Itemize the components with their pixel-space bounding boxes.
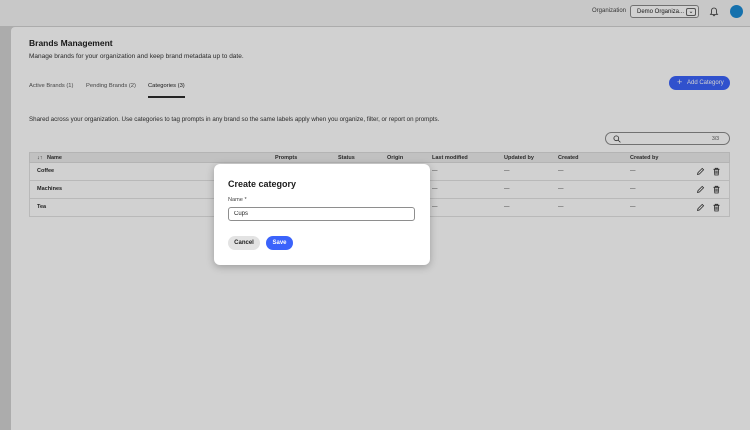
name-field-label: Name * — [228, 197, 247, 203]
cancel-button[interactable]: Cancel — [228, 236, 260, 250]
name-label-text: Name — [228, 197, 243, 203]
dialog-title: Create category — [228, 179, 297, 189]
save-button[interactable]: Save — [266, 236, 293, 250]
required-marker: * — [244, 197, 247, 203]
create-category-dialog: Create category Name * Cancel Save — [214, 164, 430, 265]
category-name-input[interactable] — [228, 207, 415, 221]
